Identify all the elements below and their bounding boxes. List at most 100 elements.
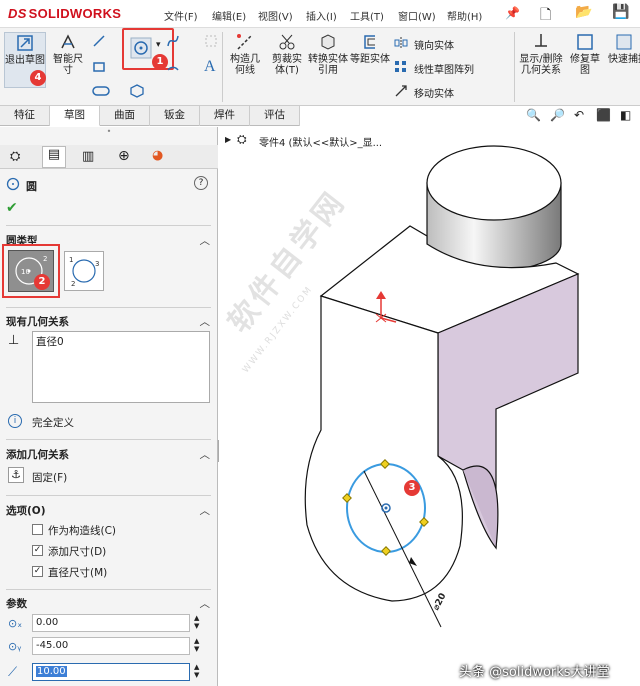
arc-icon[interactable]	[166, 60, 180, 74]
svg-text:1: 1	[69, 256, 73, 264]
construction-geometry-button[interactable]: 构造几何线	[226, 32, 264, 76]
existing-relations-heading: 现有几何关系	[6, 316, 69, 328]
zoom-area-icon[interactable]: 🔎	[550, 108, 565, 122]
tab-sketch[interactable]: 草图	[50, 106, 100, 126]
spline-icon[interactable]	[166, 34, 180, 48]
divider	[6, 589, 211, 590]
open-folder-icon[interactable]: 📂	[575, 4, 592, 20]
divider	[6, 439, 211, 440]
offset-entities-button[interactable]: 等距实体	[350, 32, 390, 65]
fix-relation-icon[interactable]: ⚓	[8, 467, 24, 483]
display-relations-button[interactable]: 显示/删除几何关系	[518, 32, 564, 76]
collapse-chevron-icon[interactable]: ︿	[200, 314, 211, 329]
text-icon[interactable]: A	[204, 58, 216, 76]
menu-tools[interactable]: 工具(T)	[350, 8, 384, 23]
svg-text:2: 2	[43, 255, 47, 263]
trim-label: 剪裁实体(T)	[272, 54, 302, 76]
feature-manager-icon[interactable]: ⛭	[10, 149, 20, 164]
convert-entities-button[interactable]: 转换实体引用	[308, 32, 348, 76]
manager-tabs: ⛭ ▤ ▥ ⊕ ◕	[0, 145, 218, 169]
center-x-field[interactable]: 0.00	[32, 614, 190, 632]
tab-evaluate[interactable]: 评估	[250, 106, 300, 126]
linear-pattern-button[interactable]: 线性草图阵列	[414, 61, 474, 76]
parameters-section[interactable]: 参数 ︿	[0, 596, 218, 610]
new-document-icon[interactable]: 🗋	[540, 4, 551, 28]
collapse-chevron-icon[interactable]: ︿	[200, 233, 211, 248]
mirror-entities-button[interactable]: 镜向实体	[414, 37, 454, 52]
construction-label: 构造几何线	[230, 54, 260, 76]
cylinder-top	[426, 145, 562, 221]
tab-weldments[interactable]: 焊件	[200, 106, 250, 126]
graphics-area[interactable]: ▶ ⛭ 零件4 (默认<<默认>_显... ⌀20 3 软件自学网 WWW.RJ…	[219, 127, 640, 686]
smart-dimension-button[interactable]: 智能尺寸	[50, 32, 86, 76]
repair-sketch-button[interactable]: 修复草图	[566, 32, 604, 76]
menu-edit[interactable]: 编辑(E)	[212, 8, 246, 23]
linear-pattern-icon	[395, 61, 406, 72]
model-view[interactable]	[219, 127, 640, 686]
trim-entities-button[interactable]: 剪裁实体(T)	[268, 32, 306, 76]
help-icon[interactable]: ?	[194, 176, 208, 190]
circle-center-dot	[384, 506, 388, 510]
quick-snaps-button[interactable]: 快速捕捉	[608, 32, 640, 65]
configuration-manager-icon[interactable]: ▥	[82, 149, 94, 164]
rectangle-icon[interactable]	[92, 60, 106, 74]
add-relations-section[interactable]: 添加几何关系 ︿	[0, 447, 218, 461]
center-y-field[interactable]: -45.00	[32, 637, 190, 655]
tab-surfaces[interactable]: 曲面	[100, 106, 150, 126]
pin-icon[interactable]: 📌	[505, 6, 520, 20]
menu-file[interactable]: 文件(F)	[164, 8, 198, 23]
circle-dropdown-icon[interactable]: ▾	[156, 40, 161, 50]
line-icon[interactable]	[92, 34, 106, 48]
app-logo: DS SOLIDWORKS	[8, 6, 122, 21]
command-tabs: 特征 草图 曲面 钣金 焊件 评估	[0, 106, 300, 126]
repair-icon	[577, 34, 593, 50]
display-style-icon[interactable]: ◧	[620, 108, 631, 122]
collapse-chevron-icon[interactable]: ︿	[200, 596, 211, 611]
property-manager-icon[interactable]: ▤	[42, 146, 66, 168]
marker-4: 4	[30, 70, 46, 86]
perimeter-circle-option[interactable]: 1 3 2	[64, 251, 104, 291]
construction-checkbox[interactable]	[32, 524, 43, 535]
diameter-dimension-checkbox[interactable]: ✓	[32, 566, 43, 577]
fix-relation-label[interactable]: 固定(F)	[32, 470, 67, 485]
ok-check-icon[interactable]: ✔	[6, 200, 18, 216]
spin-x-icon[interactable]: ▲ ▼	[194, 614, 199, 630]
menu-window[interactable]: 窗口(W)	[398, 8, 436, 23]
relations-list[interactable]: 直径0	[32, 331, 210, 403]
menu-insert[interactable]: 插入(I)	[306, 8, 337, 23]
divider	[6, 225, 211, 226]
slot-icon[interactable]	[92, 84, 110, 98]
save-icon[interactable]: 💾	[612, 4, 629, 20]
relations-icon	[535, 34, 547, 47]
circle-type-highlight: 10 2	[2, 244, 60, 298]
menu-help[interactable]: 帮助(H)	[447, 8, 482, 23]
relation-item[interactable]: 直径0	[36, 336, 64, 348]
divider	[6, 307, 211, 308]
divider	[6, 495, 211, 496]
previous-view-icon[interactable]: ↶	[574, 108, 584, 122]
options-section[interactable]: 选项(O) ︿	[0, 503, 218, 517]
marker-3: 3	[404, 480, 420, 496]
add-dimensions-checkbox[interactable]: ✓	[32, 545, 43, 556]
point-icon[interactable]	[204, 34, 218, 48]
panel-grip[interactable]: •	[0, 127, 218, 136]
display-manager-icon[interactable]: ◕	[152, 148, 163, 163]
collapse-chevron-icon[interactable]: ︿	[200, 447, 211, 462]
tab-sheet-metal[interactable]: 钣金	[150, 106, 200, 126]
radius-field[interactable]: 10.00	[32, 663, 190, 681]
spin-y-icon[interactable]: ▲ ▼	[194, 637, 199, 653]
menu-bar: DS SOLIDWORKS 文件(F) 编辑(E) 视图(V) 插入(I) 工具(…	[0, 0, 640, 28]
tab-features[interactable]: 特征	[0, 106, 50, 126]
status-text: 完全定义	[32, 417, 74, 429]
zoom-to-fit-icon[interactable]: 🔍	[526, 108, 541, 122]
spin-r-icon[interactable]: ▲ ▼	[194, 663, 199, 679]
parameters-heading: 参数	[6, 598, 27, 610]
center-x-icon: ⊙ₓ	[8, 617, 23, 630]
menu-view[interactable]: 视图(V)	[258, 8, 293, 23]
move-entities-button[interactable]: 移动实体	[414, 85, 454, 100]
polygon-icon[interactable]	[130, 84, 144, 98]
collapse-chevron-icon[interactable]: ︿	[200, 503, 211, 518]
view-orientation-icon[interactable]: ⬛	[596, 108, 611, 122]
existing-relations-section[interactable]: 现有几何关系 ︿	[0, 314, 218, 328]
dimxpert-icon[interactable]: ⊕	[118, 148, 130, 164]
